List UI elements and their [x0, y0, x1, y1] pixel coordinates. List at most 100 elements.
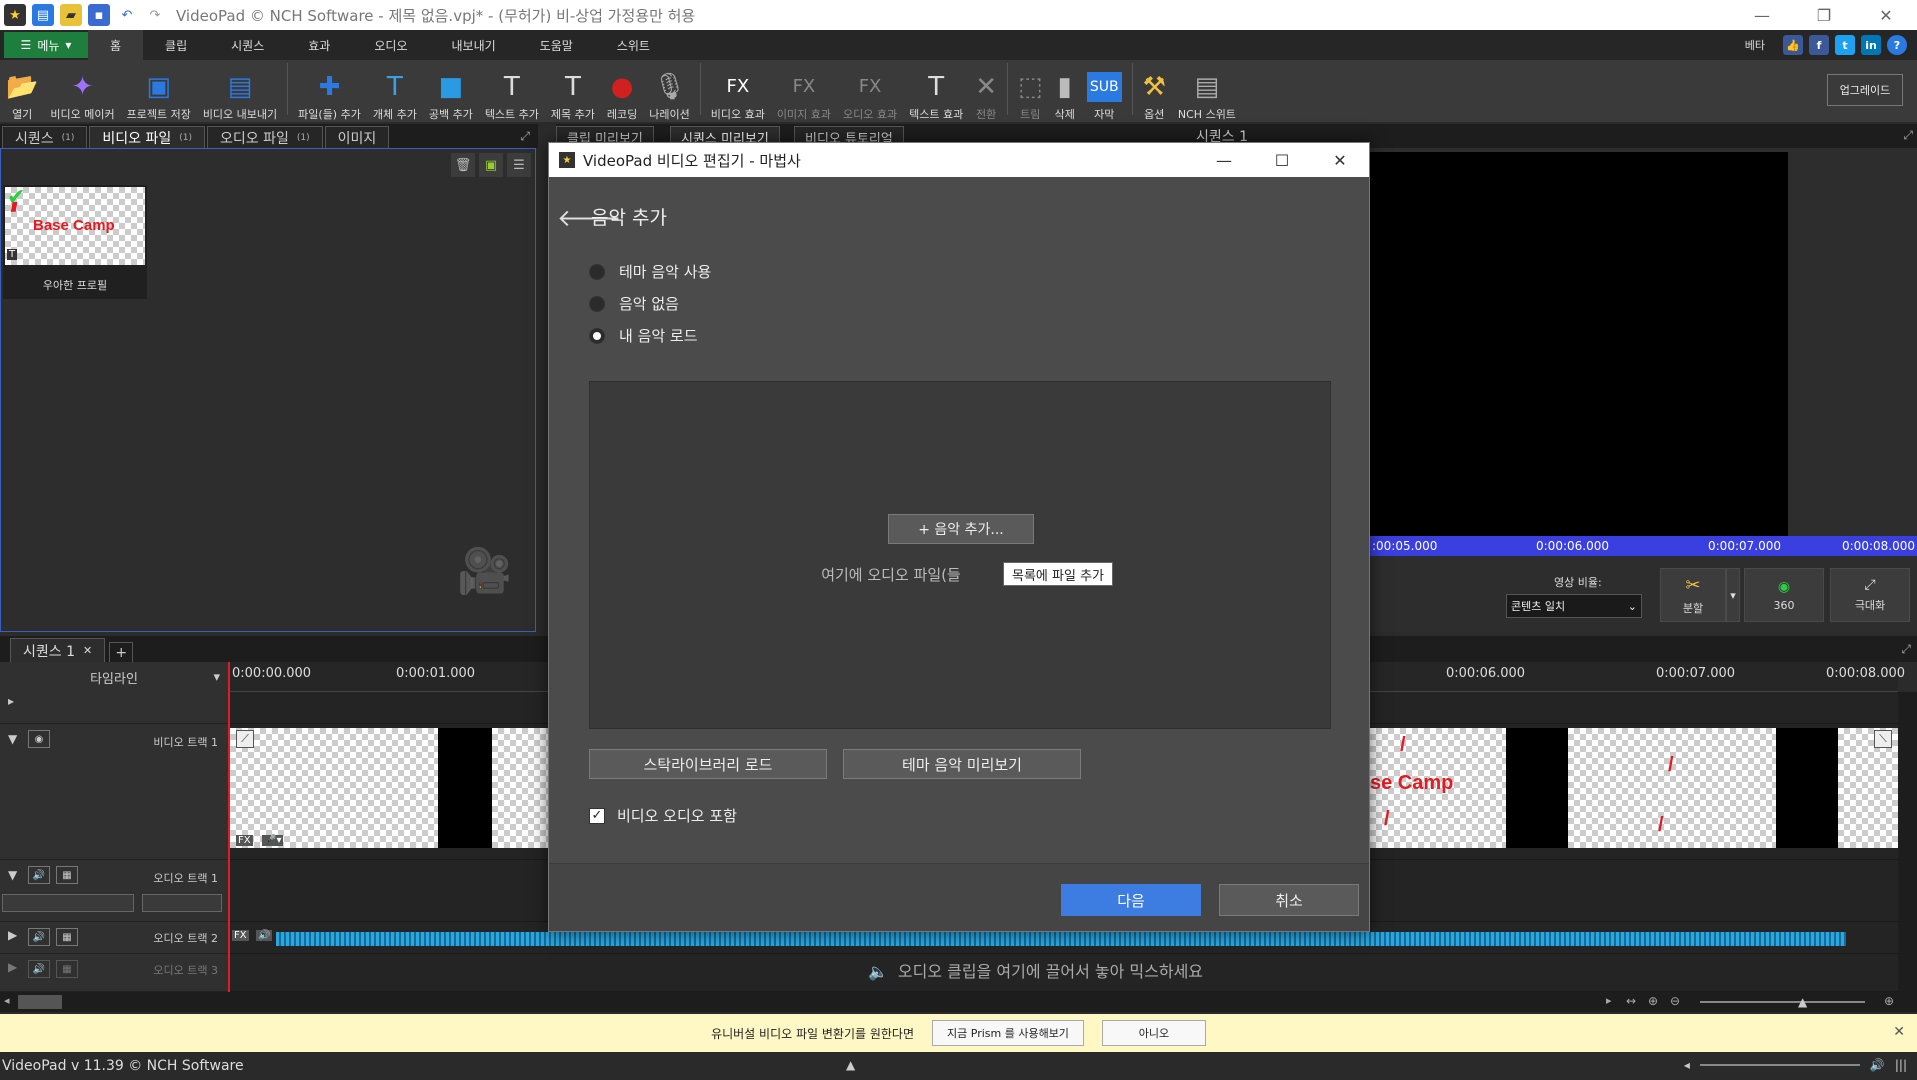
zoom-in-icon[interactable]: ⊕ — [1648, 994, 1658, 1008]
scroll-right-icon[interactable]: ▸ — [1606, 994, 1612, 1007]
mixer-icon[interactable]: ▦ — [56, 960, 78, 978]
playhead[interactable] — [228, 662, 230, 992]
close-button[interactable]: ✕ — [1311, 143, 1369, 177]
no-thanks-button[interactable]: 아니오 — [1101, 1020, 1206, 1046]
clip-fx-icon[interactable]: FX — [232, 930, 249, 941]
fade-in-icon[interactable]: ⟋ — [236, 730, 254, 748]
expand-track-icon[interactable]: ▸ — [8, 694, 14, 708]
video-clip[interactable]: / / — [1568, 728, 1776, 848]
speaker-icon[interactable]: ◂ — [1684, 1058, 1690, 1072]
upgrade-button[interactable]: 업그레이드 — [1827, 74, 1903, 106]
open-button[interactable]: 📂 열기 — [0, 62, 44, 122]
delete-button[interactable]: ▮ 삭제 — [1049, 62, 1081, 122]
tab-sequence[interactable]: 시퀀스 — [209, 30, 286, 60]
audio-waveform[interactable] — [276, 932, 1846, 946]
split-button[interactable]: ✂ 분할 — [1660, 568, 1726, 622]
help-icon[interactable]: ? — [1887, 35, 1907, 55]
volume-slider[interactable] — [1699, 1064, 1860, 1066]
radio-theme-music[interactable]: 테마 음악 사용 — [589, 261, 711, 282]
clip-microphone-icon[interactable]: 🎤▾ — [262, 835, 284, 846]
zoom-slider-thumb[interactable]: ▲ — [1798, 995, 1807, 1009]
mixer-icon[interactable]: ▦ — [56, 928, 78, 946]
list-view-icon[interactable]: ☰ — [507, 153, 531, 177]
linkedin-icon[interactable]: in — [1861, 35, 1881, 55]
music-drop-area[interactable]: + 음악 추가... 여기에 오디오 파일(들 목록에 파일 추가 — [589, 381, 1331, 729]
radio-button[interactable] — [589, 327, 605, 344]
clip-speaker-icon[interactable]: 🔊 — [256, 930, 273, 941]
mixer-icon[interactable]: ▦ — [56, 866, 78, 884]
undock-icon[interactable]: ⤢ — [1901, 642, 1911, 657]
close-icon[interactable]: ✕ — [83, 644, 92, 657]
collapse-track-icon[interactable]: ▼ — [8, 868, 17, 882]
radio-button[interactable] — [589, 263, 605, 280]
include-video-audio-checkbox[interactable]: ✓ — [589, 807, 605, 824]
text-effects-button[interactable]: T 텍스트 효과 — [903, 62, 969, 122]
video-effects-button[interactable]: FX 비디오 효과 — [705, 62, 771, 122]
pan-slider[interactable] — [142, 894, 222, 912]
undock-icon[interactable]: ⤢ — [520, 129, 530, 144]
record-button[interactable]: ● 레코딩 — [601, 62, 643, 122]
video-maker-button[interactable]: ✦ 비디오 메이커 — [44, 62, 120, 122]
vr-360-button[interactable]: ◉ 360 — [1744, 568, 1824, 622]
tab-effects[interactable]: 효과 — [286, 30, 352, 60]
aspect-ratio-select[interactable]: 콘텐츠 일치 ⌄ — [1506, 594, 1642, 618]
audio-effects-button[interactable]: FX 오디오 효과 — [837, 62, 903, 122]
expand-panel-icon[interactable]: ▲ — [846, 1058, 855, 1072]
subtitle-button[interactable]: SUB 자막 — [1081, 62, 1128, 122]
close-icon[interactable]: ✕ — [1893, 1024, 1905, 1040]
beta-label[interactable]: 베타 — [1745, 37, 1765, 53]
collapse-track-icon[interactable]: ▼ — [8, 732, 17, 746]
include-video-audio-option[interactable]: ✓ 비디오 오디오 포함 — [589, 805, 737, 826]
bin-tab-images[interactable]: 이미지 — [324, 126, 390, 148]
minimize-button[interactable]: — — [1195, 143, 1253, 177]
trash-icon[interactable]: 🗑 — [451, 153, 475, 177]
sequence-tab[interactable]: 시퀀스 1 ✕ — [10, 638, 106, 662]
tab-audio[interactable]: 오디오 — [352, 30, 429, 60]
timeline-horizontal-scrollbar[interactable]: ◂ ▸ ↔ ⊕ ⊖ ▲ ⊕ — [0, 992, 1917, 1012]
radio-button[interactable] — [589, 295, 605, 312]
save-quick-icon[interactable]: ▪ — [88, 4, 110, 26]
zoom-slider[interactable] — [1700, 1001, 1865, 1003]
media-thumbnail[interactable]: ▮ Base Camp ✔ T 우아한 프로필 — [3, 185, 147, 299]
image-effects-button[interactable]: FX 이미지 효과 — [771, 62, 837, 122]
volume-icon[interactable]: 🔊 — [1870, 1058, 1885, 1072]
maximize-button[interactable]: ☐ — [1253, 143, 1311, 177]
trim-button[interactable]: ⬚ 트림 — [1012, 62, 1049, 122]
bin-tab-video-files[interactable]: 비디오 파일 (1) — [89, 126, 205, 148]
tab-home[interactable]: 홈 — [88, 30, 144, 60]
zoom-out-icon[interactable]: ⊖ — [1670, 994, 1680, 1008]
minimize-button[interactable]: — — [1731, 0, 1793, 30]
bin-tab-sequences[interactable]: 시퀀스 (1) — [2, 126, 88, 148]
add-text-button[interactable]: T 텍스트 추가 — [479, 62, 545, 122]
timeline-mode-select[interactable]: 타임라인 ▾ — [0, 662, 228, 692]
add-blank-button[interactable]: ■ 공백 추가 — [423, 62, 479, 122]
redo-icon[interactable]: ↷ — [144, 4, 166, 26]
add-object-button[interactable]: T 개체 추가 — [367, 62, 423, 122]
cancel-button[interactable]: 취소 — [1219, 884, 1359, 916]
preview-theme-music-button[interactable]: 테마 음악 미리보기 — [843, 749, 1081, 779]
add-music-button[interactable]: + 음악 추가... — [888, 514, 1034, 544]
zoom-fit-icon[interactable]: ⊕ — [1884, 994, 1894, 1008]
scroll-left-icon[interactable]: ◂ — [4, 994, 10, 1007]
fit-width-icon[interactable]: ↔ — [1626, 994, 1636, 1008]
radio-load-my-music[interactable]: 내 음악 로드 — [589, 325, 698, 346]
tab-export[interactable]: 내보내기 — [429, 30, 517, 60]
split-dropdown-button[interactable]: ▾ — [1726, 568, 1740, 622]
export-video-button[interactable]: ▤ 비디오 내보내기 — [197, 62, 283, 122]
expand-track-icon[interactable]: ▶ — [8, 960, 17, 974]
next-button[interactable]: 다음 — [1061, 884, 1201, 916]
like-icon[interactable]: 👍 — [1783, 35, 1803, 55]
undock-icon[interactable]: ⤢ — [1903, 128, 1913, 143]
video-clip[interactable]: ⟍ — [1838, 728, 1898, 848]
tab-suite[interactable]: 스위트 — [595, 30, 672, 60]
speaker-icon[interactable]: 🔊 — [28, 866, 50, 884]
add-files-button[interactable]: ✚ 파일(들) 추가 — [292, 62, 367, 122]
tab-clip[interactable]: 클립 — [143, 30, 209, 60]
radio-no-music[interactable]: 음악 없음 — [589, 293, 679, 314]
undo-icon[interactable]: ↶ — [116, 4, 138, 26]
scroll-thumb[interactable] — [18, 995, 62, 1009]
restore-button[interactable]: ❐ — [1793, 0, 1855, 30]
video-clip[interactable]: se Camp / / — [1370, 728, 1506, 848]
speaker-icon[interactable]: 🔊 — [28, 960, 50, 978]
fullscreen-button[interactable]: ⤢ 극대화 — [1830, 568, 1910, 622]
